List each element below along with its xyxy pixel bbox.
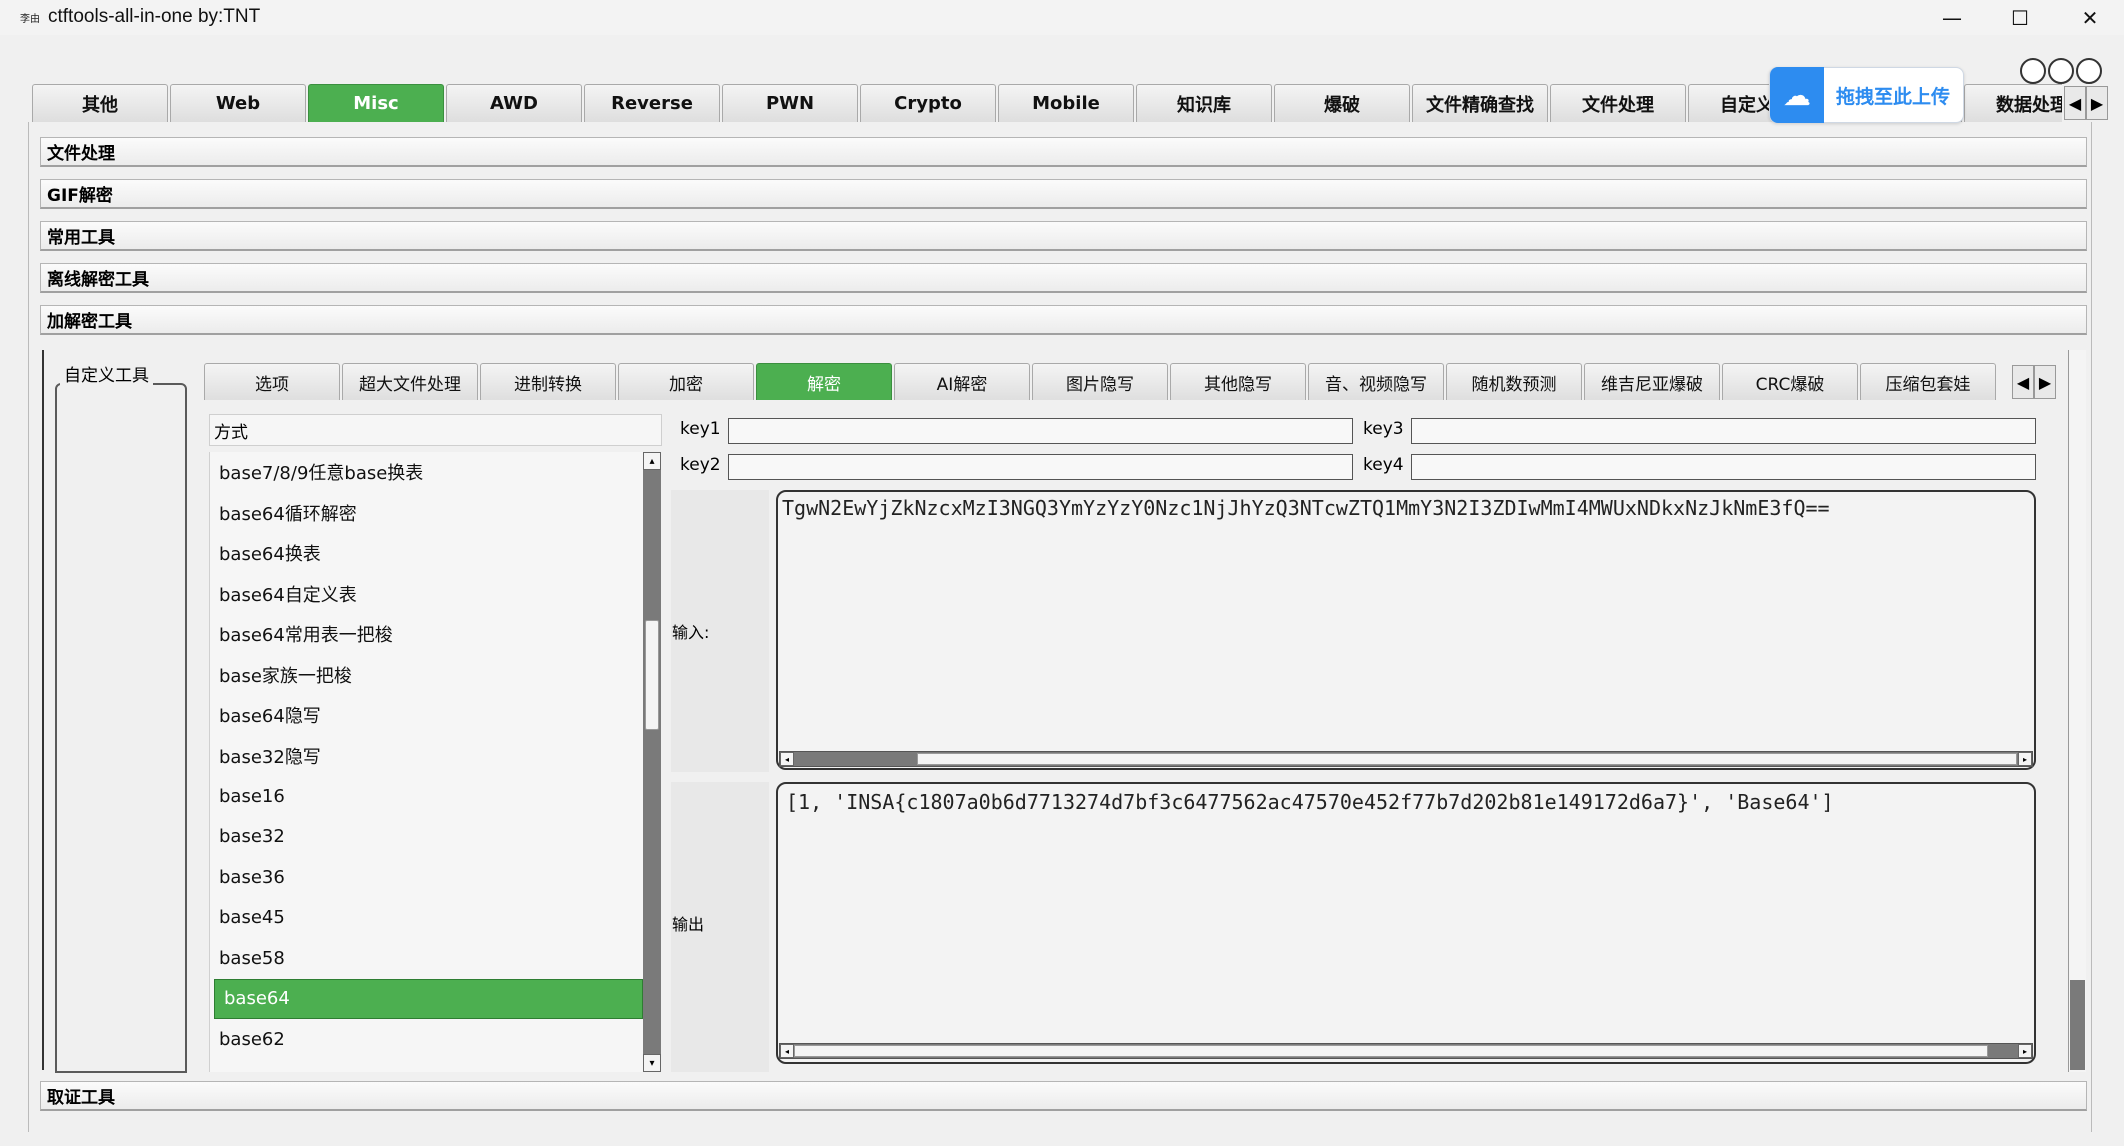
input-label: 输入: bbox=[672, 623, 710, 642]
method-list-scrollbar[interactable]: ▴ ▾ bbox=[643, 452, 661, 1072]
section-file-processing[interactable]: 文件处理 bbox=[40, 137, 2087, 167]
upload-dropzone[interactable]: ☁ 拖拽至此上传 bbox=[1769, 67, 1964, 123]
subtab-decrypt[interactable]: 解密 bbox=[756, 363, 892, 401]
tab-misc[interactable]: Misc bbox=[308, 84, 444, 122]
tab-pwn[interactable]: PWN bbox=[722, 84, 858, 122]
subtab-crc-brute[interactable]: CRC爆破 bbox=[1722, 363, 1858, 401]
mini-circles bbox=[2020, 58, 2102, 84]
tab-web[interactable]: Web bbox=[170, 84, 306, 122]
tab-crypto[interactable]: Crypto bbox=[860, 84, 996, 122]
method-item[interactable]: base64换表 bbox=[210, 533, 643, 574]
window-title: ctftools-all-in-one by:TNT bbox=[48, 6, 261, 27]
key1-field[interactable] bbox=[728, 418, 1353, 444]
close-button[interactable]: ✕ bbox=[2060, 0, 2120, 35]
circle-icon[interactable] bbox=[2076, 58, 2102, 84]
method-item[interactable]: base64隐写 bbox=[210, 695, 643, 736]
key2-label: key2 bbox=[680, 455, 721, 475]
method-item[interactable]: base36 bbox=[210, 857, 643, 898]
scroll-down-icon[interactable]: ▾ bbox=[643, 1054, 661, 1072]
key3-field[interactable] bbox=[1411, 418, 2036, 444]
key3-label: key3 bbox=[1363, 419, 1404, 439]
panel-scrollbar[interactable] bbox=[2068, 350, 2086, 1072]
method-list[interactable]: base7/8/9任意base换表 base64循环解密 base64换表 ba… bbox=[209, 452, 643, 1072]
section-common-tools[interactable]: 常用工具 bbox=[40, 221, 2087, 251]
cloud-icon: ☁ bbox=[1770, 67, 1824, 123]
maximize-button[interactable]: ☐ bbox=[1990, 0, 2050, 35]
method-item[interactable]: base45 bbox=[210, 898, 643, 939]
subtab-other-stego[interactable]: 其他隐写 bbox=[1170, 363, 1306, 401]
key1-label: key1 bbox=[680, 419, 721, 439]
tab-reverse[interactable]: Reverse bbox=[584, 84, 720, 122]
output-hscrollbar[interactable]: ◂ ▸ bbox=[779, 1043, 2033, 1059]
sub-tab-bar: 选项 超大文件处理 进制转换 加密 解密 AI解密 图片隐写 其他隐写 音、视频… bbox=[204, 363, 2012, 401]
method-item[interactable]: base64循环解密 bbox=[210, 493, 643, 534]
output-label: 输出 bbox=[672, 915, 705, 934]
method-item[interactable]: base家族一把梭 bbox=[210, 655, 643, 696]
input-hscrollbar[interactable]: ◂ ▸ bbox=[779, 751, 2033, 767]
output-textarea[interactable]: [1, 'INSA{c1807a0b6d7713274d7bf3c6477562… bbox=[776, 782, 2036, 1064]
circle-icon[interactable] bbox=[2048, 58, 2074, 84]
tab-file-exact-search[interactable]: 文件精确查找 bbox=[1412, 84, 1548, 122]
tab-data-processing[interactable]: 数据处理 bbox=[1964, 84, 2062, 122]
scroll-thumb[interactable] bbox=[645, 620, 659, 730]
subtab-vigenere-brute[interactable]: 维吉尼亚爆破 bbox=[1584, 363, 1720, 401]
scroll-thumb[interactable] bbox=[2070, 980, 2085, 1070]
key4-label: key4 bbox=[1363, 455, 1404, 475]
method-item-selected[interactable]: base64 bbox=[214, 978, 643, 1019]
title-bar: 李由 ctftools-all-in-one by:TNT — ☐ ✕ bbox=[0, 0, 2124, 35]
subtab-large-file[interactable]: 超大文件处理 bbox=[342, 363, 478, 401]
scroll-right-icon[interactable]: ▸ bbox=[2018, 1044, 2032, 1058]
method-item[interactable]: base64自定义表 bbox=[210, 574, 643, 615]
hscroll-thumb[interactable] bbox=[794, 1045, 1988, 1057]
tab-knowledge-base[interactable]: 知识库 bbox=[1136, 84, 1272, 122]
subtab-random-predict[interactable]: 随机数预测 bbox=[1446, 363, 1582, 401]
circle-icon[interactable] bbox=[2020, 58, 2046, 84]
method-item[interactable]: base16 bbox=[210, 776, 643, 817]
scroll-left-icon[interactable]: ◂ bbox=[780, 1044, 794, 1058]
main-tab-bar: 其他 Web Misc AWD Reverse PWN Crypto Mobil… bbox=[32, 84, 2062, 124]
output-text: [1, 'INSA{c1807a0b6d7713274d7bf3c6477562… bbox=[786, 790, 1834, 814]
tab-scroll-left-icon[interactable]: ◀ bbox=[2064, 86, 2086, 120]
subtab-scroll-left-icon[interactable]: ◀ bbox=[2012, 365, 2034, 399]
subtab-options[interactable]: 选项 bbox=[204, 363, 340, 401]
subtab-ai-decrypt[interactable]: AI解密 bbox=[894, 363, 1030, 401]
subtab-base-convert[interactable]: 进制转换 bbox=[480, 363, 616, 401]
method-header: 方式 bbox=[209, 414, 662, 446]
hscroll-thumb[interactable] bbox=[917, 753, 2017, 765]
subtab-nested-archive[interactable]: 压缩包套娃 bbox=[1860, 363, 1996, 401]
scroll-right-icon[interactable]: ▸ bbox=[2018, 752, 2032, 766]
key2-field[interactable] bbox=[728, 454, 1353, 480]
method-item[interactable]: base64常用表一把梭 bbox=[210, 614, 643, 655]
method-item[interactable]: base32隐写 bbox=[210, 736, 643, 777]
scroll-left-icon[interactable]: ◂ bbox=[780, 752, 794, 766]
subtab-av-stego[interactable]: 音、视频隐写 bbox=[1308, 363, 1444, 401]
input-textarea[interactable]: TgwN2EwYjZkNzcxMzI3NGQ3YmYzYzY0Nzc1NjJhY… bbox=[776, 490, 2036, 770]
tab-awd[interactable]: AWD bbox=[446, 84, 582, 122]
section-offline-decrypt[interactable]: 离线解密工具 bbox=[40, 263, 2087, 293]
app-icon: 李由 bbox=[20, 14, 40, 25]
tab-bruteforce[interactable]: 爆破 bbox=[1274, 84, 1410, 122]
tab-scroll-right-icon[interactable]: ▶ bbox=[2086, 86, 2108, 120]
input-text: TgwN2EwYjZkNzcxMzI3NGQ3YmYzYzY0Nzc1NjJhY… bbox=[782, 496, 1830, 520]
method-item[interactable]: base58 bbox=[210, 938, 643, 979]
subtab-scroll-right-icon[interactable]: ▶ bbox=[2034, 365, 2056, 399]
method-item[interactable]: base7/8/9任意base换表 bbox=[210, 452, 643, 493]
tab-other[interactable]: 其他 bbox=[32, 84, 168, 122]
subtab-encrypt[interactable]: 加密 bbox=[618, 363, 754, 401]
method-item[interactable]: base32 bbox=[210, 817, 643, 858]
section-gif-decrypt[interactable]: GIF解密 bbox=[40, 179, 2087, 209]
tab-mobile[interactable]: Mobile bbox=[998, 84, 1134, 122]
section-forensics[interactable]: 取证工具 bbox=[40, 1081, 2087, 1111]
subtab-image-stego[interactable]: 图片隐写 bbox=[1032, 363, 1168, 401]
key4-field[interactable] bbox=[1411, 454, 2036, 480]
scroll-up-icon[interactable]: ▴ bbox=[643, 452, 661, 470]
method-item[interactable]: base62 bbox=[210, 1019, 643, 1060]
app-window: 李由 ctftools-all-in-one by:TNT — ☐ ✕ 其他 W… bbox=[0, 0, 2124, 1146]
custom-tools-label: 自定义工具 bbox=[60, 361, 153, 386]
tab-file-processing[interactable]: 文件处理 bbox=[1550, 84, 1686, 122]
upload-label: 拖拽至此上传 bbox=[1836, 85, 1951, 108]
section-encrypt-decrypt[interactable]: 加解密工具 bbox=[40, 305, 2087, 335]
custom-tools-group bbox=[55, 383, 187, 1073]
minimize-button[interactable]: — bbox=[1922, 0, 1982, 35]
